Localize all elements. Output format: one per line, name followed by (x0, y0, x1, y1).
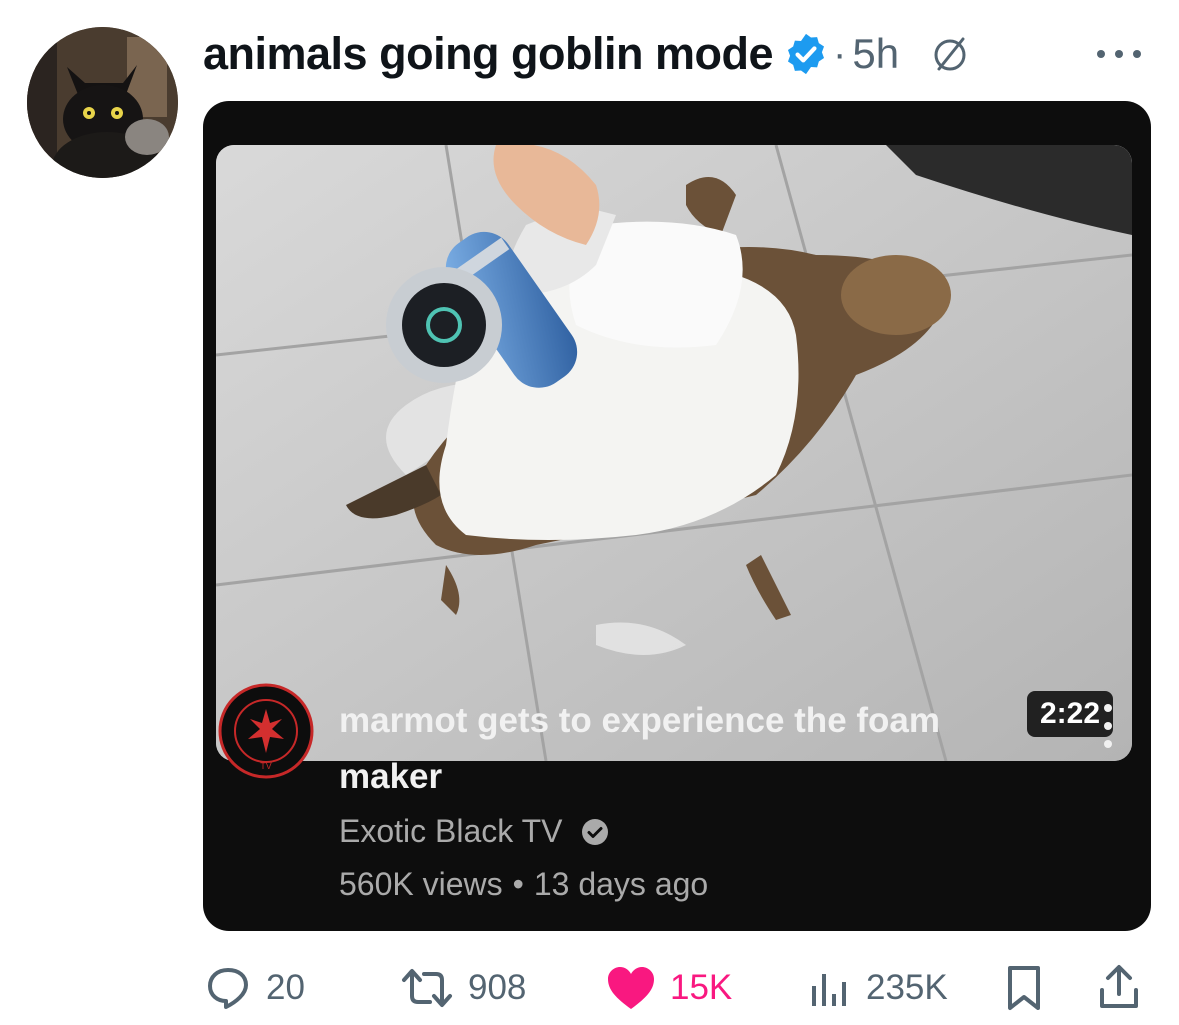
marmot-foam-thumbnail-image (216, 145, 1132, 761)
video-meta: 560K views • 13 days ago (339, 866, 708, 903)
views-count: 235K (866, 968, 948, 1007)
video-age: 13 days ago (533, 866, 709, 902)
bookmark-button[interactable] (1004, 960, 1044, 1016)
post-timestamp[interactable]: 5h (852, 30, 899, 78)
post-action-bar: 20 908 15K 235K (0, 960, 1179, 1016)
reply-icon (208, 968, 248, 1009)
video-thumbnail[interactable]: 2:22 (216, 145, 1132, 761)
heart-icon (608, 967, 654, 1009)
views-bar-icon (812, 974, 846, 1006)
video-options-icon[interactable] (1100, 701, 1116, 751)
black-cat-avatar-image (27, 27, 178, 178)
channel-row: Exotic Black TV (339, 813, 610, 850)
more-options-icon[interactable] (1093, 44, 1145, 64)
channel-verified-icon (580, 817, 610, 847)
like-button[interactable]: 15K (606, 960, 732, 1016)
video-card[interactable]: 2:22 TV marmot gets to experience the fo… (203, 101, 1151, 931)
author-avatar[interactable] (27, 27, 178, 178)
video-title[interactable]: marmot gets to experience the foam maker (339, 693, 1019, 805)
repost-icon (402, 969, 452, 1007)
views-button[interactable]: 235K (808, 960, 948, 1016)
reply-button[interactable]: 20 (204, 960, 305, 1016)
channel-logo[interactable]: TV (218, 683, 314, 779)
reply-count: 20 (266, 968, 305, 1007)
header-separator: · (833, 31, 847, 76)
channel-name[interactable]: Exotic Black TV (339, 813, 562, 850)
video-views: 560K views (339, 866, 503, 902)
post-header: animals going goblin mode · 5h (203, 22, 1149, 86)
repost-count: 908 (468, 968, 527, 1007)
share-button[interactable] (1097, 960, 1141, 1016)
bookmark-icon (1008, 966, 1040, 1010)
share-icon (1100, 965, 1138, 1008)
meta-separator: • (512, 866, 524, 902)
author-name[interactable]: animals going goblin mode (203, 28, 774, 80)
grok-icon[interactable] (929, 33, 971, 75)
like-count: 15K (670, 968, 733, 1007)
verified-badge-icon[interactable] (783, 31, 829, 77)
repost-button[interactable]: 908 (400, 960, 526, 1016)
svg-text:TV: TV (260, 761, 272, 771)
